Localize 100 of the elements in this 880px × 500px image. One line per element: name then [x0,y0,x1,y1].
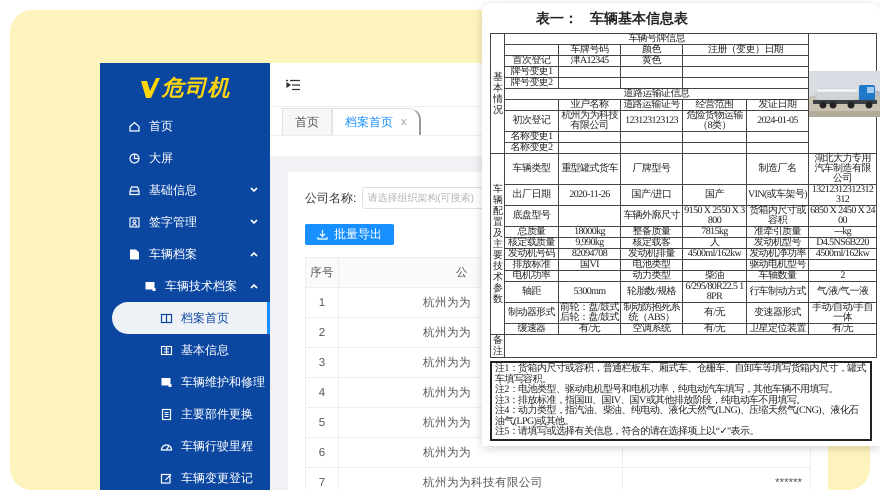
note-text: 注5：请填写或选择有关信息，符合的请在选择项上以“✓”表示。 [495,427,760,438]
document-icon [128,248,141,260]
table-cell: ---kg [834,226,852,237]
sidebar-item[interactable]: 车辆变更登记 [100,462,270,490]
sidebar-item[interactable]: 基础信息 [100,174,270,206]
table-cell: 核定载质量 [508,237,555,248]
sidebar-item[interactable]: 档案首页 [112,302,270,334]
table-cell: 空调系统 [632,323,670,334]
table-cell: 发动机排量 [628,248,675,259]
table-cell: 动力类型 [632,270,670,281]
table-cell: 9,990kg [575,237,604,248]
menu-fold-icon[interactable] [286,78,300,90]
table-cell: 黄色 [642,55,661,66]
list-icon [160,408,173,420]
monitor-icon [144,280,157,292]
note-text: 注3：排放标准，指国III、国IV、国V或其他排放阶段，纯电动车不用填写。 [495,396,807,406]
edit-icon [160,472,173,484]
sidebar-item[interactable]: 首页 [100,110,270,142]
table-cell-text: 杭州为为 [423,326,471,340]
table-cell-text: 杭州为为 [423,446,471,460]
column-header: 序号 [310,265,334,280]
table-cell: 变速器形式 [754,307,802,318]
sidebar-item[interactable]: 基本信息 [100,334,270,366]
table-cell: 制动防抱死系统（ABS） [623,302,680,323]
table-cell: 13212312312312312 [812,184,874,205]
section-label: 基本情况 [492,72,502,116]
table-cell: 6 [318,446,326,458]
table-cell: 初次登记 [512,115,550,126]
table-cell: 有/无 [832,323,854,334]
table-cell: ****** [775,476,802,488]
table-cell: 9150 X 2550 X 3800 [684,205,745,226]
sidebar-item[interactable]: 车辆档案 [100,238,270,270]
table-cell: 前轮：盘/鼓式 [560,303,619,313]
table-cell: 制动器形式 [508,307,555,318]
table-cell: 国VI [580,259,599,270]
grid-icon [160,344,173,356]
table-cell: 车牌号码 [570,44,608,55]
table-cell: 排放标准 [512,259,550,270]
home-icon [128,120,141,132]
checkmark-icon [140,76,160,98]
field-label: 公司名称: [305,190,356,206]
table-cell: 名称变更2 [510,142,552,153]
table-cell: 首次登记 [512,55,550,66]
sidebar-item[interactable]: 车辆行驶里程 [100,430,270,462]
table-cell: 经营范围 [696,99,734,110]
table-cell: 柴油 [705,270,724,281]
table-cell: 发动机型号 [754,237,802,248]
pie-chart-icon [128,152,141,164]
table-cell: 核定载客 [632,237,670,248]
table-cell: 湖北大力专用汽车制造有限公司 [814,153,871,184]
logo-text: 危司机 [162,74,230,102]
table-cell: 车辆外廓尺寸 [623,210,680,221]
table-cell: 厂牌型号 [632,163,670,174]
table-cell: D4.5NS6B220 [816,237,869,248]
table-cell-text: 杭州为为 [423,356,471,370]
table-cell: 行车制动方式 [749,286,806,297]
table-cell: 18000kg [574,226,605,237]
table-cell: 2 [318,326,326,338]
portrait-icon [128,216,141,228]
sidebar-item[interactable]: 大屏 [100,142,270,174]
table-cell: 道路运输证号 [623,99,680,110]
table-cell: 货箱内尺寸或容积 [749,205,806,226]
table-cell-text: 杭州为为 [423,296,471,310]
table-cell: 出厂日期 [512,189,550,200]
sidebar-item[interactable]: 主要部件更换 [100,398,270,430]
car-icon [128,184,141,196]
sidebar-item[interactable]: 车辆技术档案 [100,270,270,302]
table-cell: 气/液/气一液 [816,286,868,297]
table-cell: 国产 [705,189,724,200]
table-cell: 轮胎数/规格 [626,286,676,297]
table-cell: 人 [710,237,720,248]
table-cell: 有/无 [579,323,600,334]
section-label: 车辆配置及主要技术参数 [492,184,502,304]
note-text: 注1：货箱内尺寸或容积，普通栏板车、厢式车、仓栅车、自卸车等填写货箱内尺寸，罐式车填写容积。 [495,364,867,384]
monitor-icon [160,376,173,388]
table-cell: 底盘型号 [512,210,550,221]
column-header: 公 [456,266,468,280]
table-cell: VIN(或车架号) [748,189,808,200]
table-cell: 4 [318,386,326,398]
table-cell: 缓速器 [517,323,546,334]
table-cell-text: 杭州为为科技有限公司 [423,476,543,490]
sidebar-item[interactable]: 车辆维护和修理 [100,366,270,398]
table-cell: 7815kg [701,226,728,237]
section-heading: 道路运输证信息 [624,88,690,99]
sidebar-item[interactable]: 签字管理 [100,206,270,238]
table-cell: 手动/自动/手自一体 [812,302,873,323]
table-cell: 6/295/80R22.5 18PR [685,281,744,302]
table-cell: 后轮：盘/鼓式 [560,313,619,323]
table-cell-text: 杭州为为 [423,416,471,430]
table-cell: 津A12345 [570,55,609,66]
table-cell: 发动机号码 [508,248,555,259]
table-cell: 4500ml/162kw [688,248,742,259]
table-cell: 牌号变更1 [510,66,552,77]
table-cell: 有/无 [704,323,725,334]
table-cell: 82094708 [572,248,608,259]
table-cell: 6850 X 2450 X 2400 [810,205,875,226]
table-cell: 发证日期 [758,99,796,110]
table-cell: 有/无 [704,307,725,318]
tab[interactable]: 首页 [282,108,332,135]
note-text: 注2：电池类型、驱动电机型号和电机功率，纯电动汽车填写，其他车辆不用填写。 [495,385,839,395]
